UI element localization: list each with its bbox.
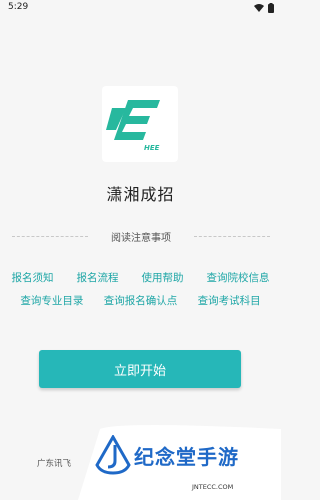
link-query-schools[interactable]: 查询院校信息 <box>207 270 270 285</box>
notice-label: 阅读注意事项 <box>105 233 177 244</box>
app-title: 潇湘成招 <box>106 185 175 204</box>
watermark-logo-icon <box>95 435 131 475</box>
watermark-url: JNTECC.COM <box>192 483 234 491</box>
link-query-majors[interactable]: 查询专业目录 <box>20 293 83 308</box>
hee-logo-icon: HEE <box>106 100 160 152</box>
notice-divider: 阅读注意事项 <box>12 229 270 244</box>
app-logo: HEE <box>102 86 178 162</box>
link-query-confirm-points[interactable]: 查询报名确认点 <box>104 293 178 308</box>
link-query-subjects[interactable]: 查询考试科目 <box>198 293 261 308</box>
start-button[interactable]: 立即开始 <box>39 350 241 388</box>
status-time: 5:29 <box>8 2 29 12</box>
status-bar: 5:29 <box>0 0 281 18</box>
status-icons <box>254 3 274 13</box>
logo-text: HEE <box>144 144 160 152</box>
link-help[interactable]: 使用帮助 <box>142 270 184 285</box>
battery-icon <box>268 3 274 13</box>
watermark-banner: 纪念堂手游 JNTECC.COM <box>78 421 281 500</box>
link-application-notes[interactable]: 报名须知 <box>12 270 54 285</box>
links-row-2: 查询专业目录 查询报名确认点 查询考试科目 <box>0 293 281 308</box>
wifi-icon <box>254 4 264 12</box>
footer-text: 广东讯飞 <box>37 459 72 469</box>
links-row-1: 报名须知 报名流程 使用帮助 查询院校信息 <box>0 270 281 285</box>
watermark-name: 纪念堂手游 <box>134 445 239 469</box>
link-application-process[interactable]: 报名流程 <box>77 270 119 285</box>
